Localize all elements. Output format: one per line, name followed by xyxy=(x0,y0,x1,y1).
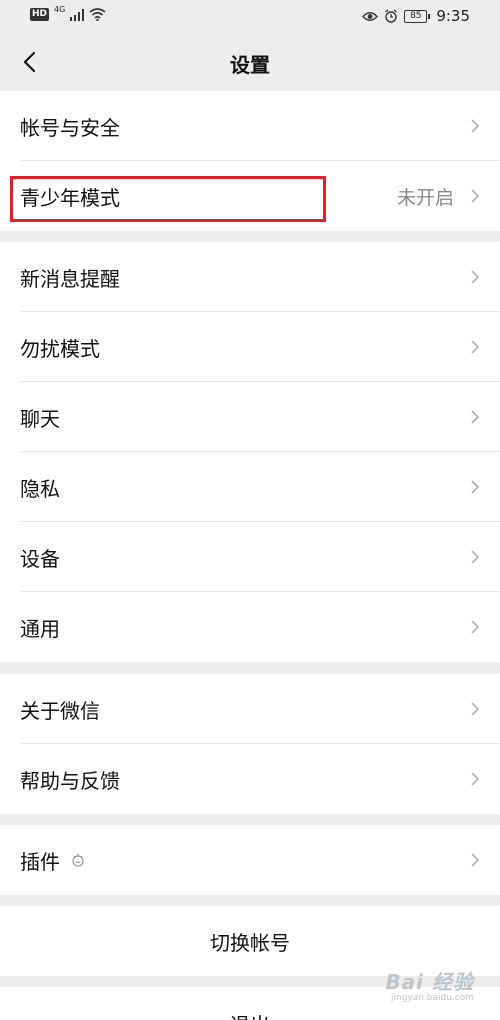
settings-item-devices[interactable]: 设备 xyxy=(0,522,500,592)
settings-group-general: 新消息提醒 勿扰模式 聊天 隐私 设备 通用 xyxy=(0,242,500,662)
settings-item-new-message-alerts[interactable]: 新消息提醒 xyxy=(0,242,500,312)
status-bar: HD 4G 85 9:35 xyxy=(0,0,500,34)
signal-icon xyxy=(70,8,85,21)
settings-item-label: 勿扰模式 xyxy=(20,336,100,361)
settings-item-label: 隐私 xyxy=(20,476,60,501)
settings-item-label: 青少年模式 xyxy=(20,185,120,210)
teen-mode-status: 未开启 xyxy=(396,186,454,209)
plugin-icon xyxy=(72,853,84,867)
settings-item-label: 插件 xyxy=(20,849,60,874)
settings-item-chat[interactable]: 聊天 xyxy=(0,382,500,452)
settings-item-teen-mode[interactable]: 青少年模式 未开启 xyxy=(0,161,500,231)
chevron-right-icon xyxy=(471,702,480,716)
chevron-right-icon xyxy=(471,772,480,786)
settings-item-plugins[interactable]: 插件 xyxy=(0,825,500,895)
settings-item-account-security[interactable]: 帐号与安全 xyxy=(0,91,500,161)
hd-badge: HD xyxy=(30,8,50,21)
settings-item-about-wechat[interactable]: 关于微信 xyxy=(0,674,500,744)
network-type: 4G xyxy=(54,5,66,14)
settings-item-label: 设备 xyxy=(20,546,60,571)
settings-group-about: 关于微信 帮助与反馈 xyxy=(0,674,500,814)
chevron-right-icon xyxy=(471,340,480,354)
settings-item-label: 通用 xyxy=(20,616,60,641)
chevron-right-icon xyxy=(471,853,480,867)
chevron-right-icon xyxy=(471,480,480,494)
chevron-right-icon xyxy=(471,550,480,564)
status-indicators-left: HD 4G xyxy=(30,5,106,21)
alarm-icon xyxy=(385,9,398,23)
chevron-right-icon xyxy=(471,410,480,424)
chevron-right-icon xyxy=(471,620,480,634)
settings-item-general[interactable]: 通用 xyxy=(0,592,500,662)
settings-item-do-not-disturb[interactable]: 勿扰模式 xyxy=(0,312,500,382)
nav-header: 设置 xyxy=(0,34,500,90)
page-title: 设置 xyxy=(230,53,270,77)
eye-icon xyxy=(362,11,379,21)
battery-icon: 85 xyxy=(404,9,431,23)
wifi-icon xyxy=(89,8,106,21)
watermark-main: Bai 经验 xyxy=(385,970,474,994)
status-time: 9:35 xyxy=(436,7,470,25)
chevron-right-icon xyxy=(471,270,480,284)
watermark-sub: jingyan.baidu.com xyxy=(390,993,474,1003)
settings-item-label: 聊天 xyxy=(20,406,60,431)
settings-item-help-feedback[interactable]: 帮助与反馈 xyxy=(0,744,500,814)
watermark: Bai 经验 jingyan.baidu.com xyxy=(385,966,474,1003)
settings-group-account: 帐号与安全 青少年模式 未开启 xyxy=(0,91,500,231)
settings-item-label: 帐号与安全 xyxy=(20,115,120,140)
settings-item-label: 关于微信 xyxy=(20,698,100,723)
settings-group-plugins: 插件 xyxy=(0,825,500,895)
settings-item-privacy[interactable]: 隐私 xyxy=(0,452,500,522)
status-indicators-right: 85 9:35 xyxy=(362,7,470,25)
chevron-right-icon xyxy=(471,119,480,133)
settings-item-label: 新消息提醒 xyxy=(20,266,120,291)
settings-item-label: 帮助与反馈 xyxy=(20,768,120,793)
chevron-right-icon xyxy=(471,189,480,203)
